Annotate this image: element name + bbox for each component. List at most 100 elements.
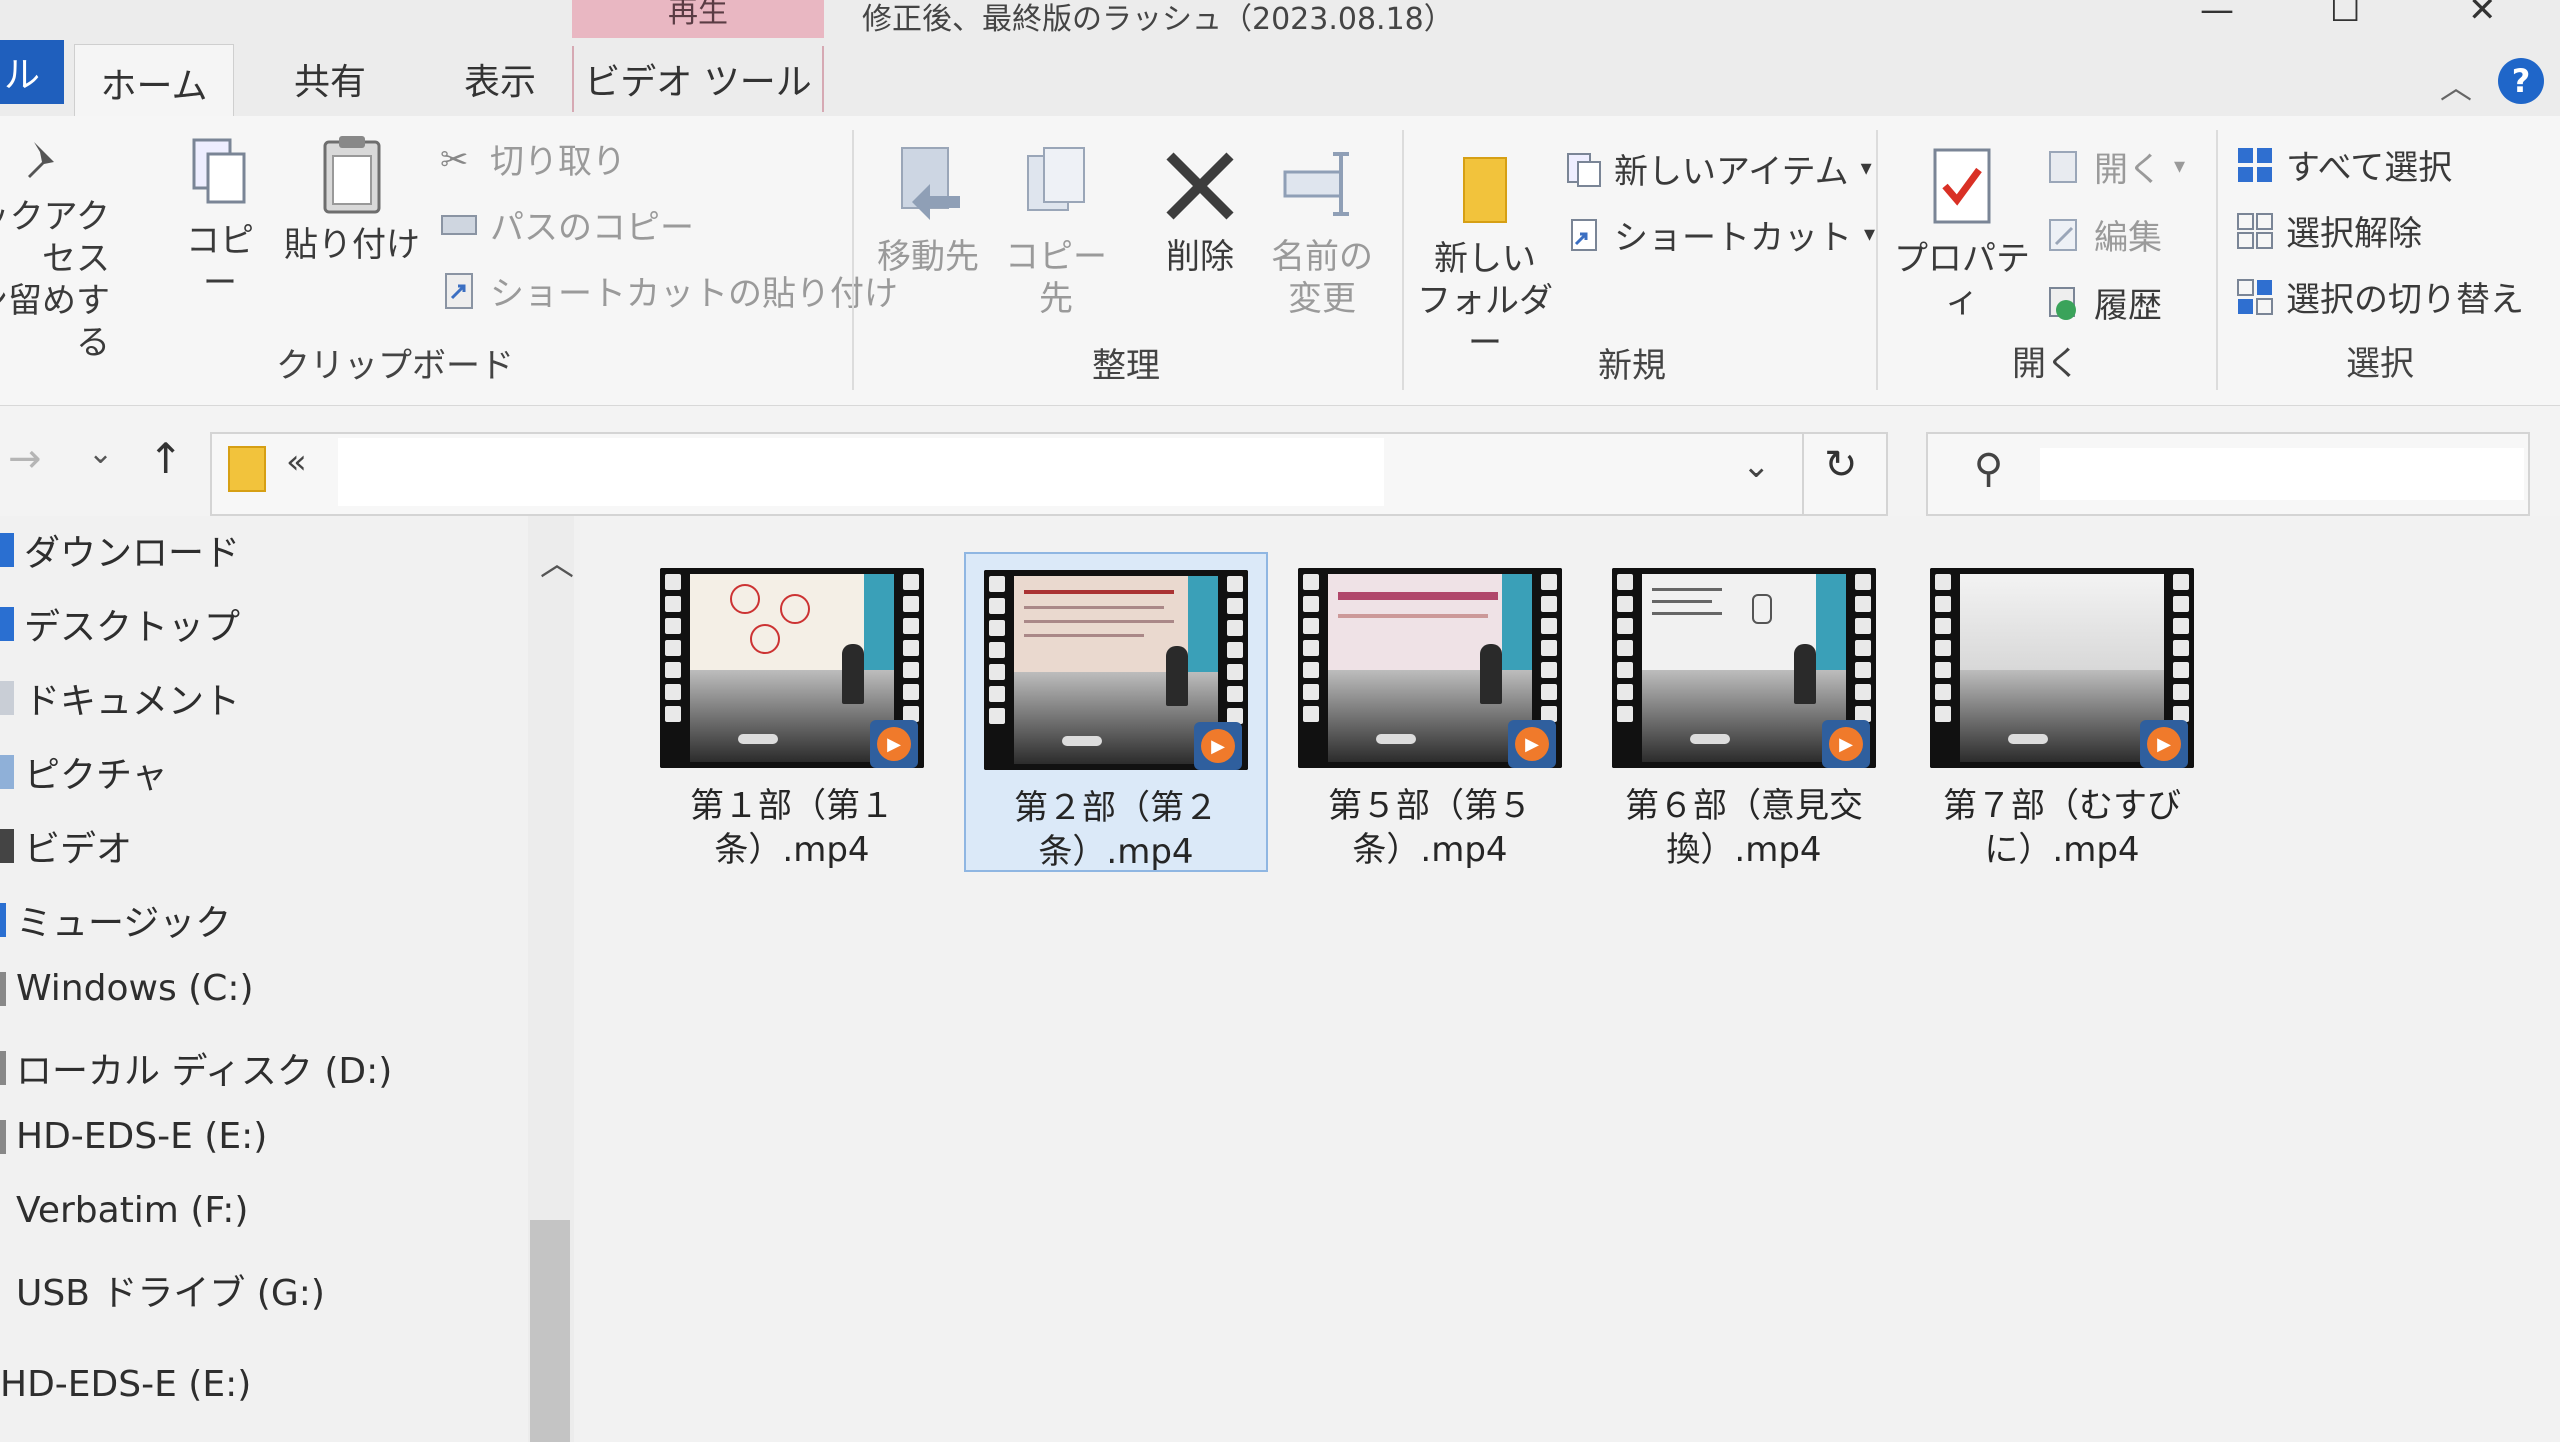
file-item-selected[interactable]: ▶ 第２部（第２ 条）.mp4 xyxy=(964,552,1268,872)
delete-button[interactable]: 削除 xyxy=(1140,144,1260,278)
nav-item-music[interactable]: ミュージック xyxy=(0,894,231,946)
nav-item-drive-d[interactable]: ローカル ディスク (D:) xyxy=(0,1042,392,1094)
new-item-dropdown[interactable]: 新しいアイテム ▾ xyxy=(1564,144,1872,193)
nav-item-label: ビデオ xyxy=(24,829,133,870)
nav-item-documents[interactable]: ドキュメント xyxy=(0,672,240,724)
play-icon: ▶ xyxy=(2140,720,2188,768)
select-all-label: すべて選択 xyxy=(2286,148,2453,188)
nav-item-desktop[interactable]: デスクトップ xyxy=(0,598,240,650)
documents-icon xyxy=(0,681,14,715)
nav-item-drive-e-root[interactable]: HD-EDS-E (E:) xyxy=(0,1364,251,1405)
pin-to-quick-access-button[interactable]: クイックアクセス にピン留めする xyxy=(0,134,110,364)
new-folder-button[interactable]: 新しい フォルダー xyxy=(1410,154,1560,364)
select-none-button[interactable]: 選択解除 xyxy=(2236,206,2422,255)
copy-button[interactable]: コピー xyxy=(170,134,270,304)
tab-view[interactable]: 表示 xyxy=(430,46,570,112)
search-input[interactable] xyxy=(2040,448,2524,500)
move-to-icon xyxy=(901,147,960,220)
recent-locations-chevron-icon[interactable]: ⌄ xyxy=(88,436,113,471)
rename-button[interactable]: 名前の 変更 xyxy=(1262,144,1382,320)
file-item[interactable]: ▶ 第７部（むすび に）.mp4 xyxy=(1912,552,2212,872)
select-none-label: 選択解除 xyxy=(2286,214,2422,254)
history-button[interactable]: 履歴 xyxy=(2044,278,2162,327)
properties-label: プロパティ xyxy=(1894,239,2030,321)
nav-item-drive-f[interactable]: Verbatim (F:) xyxy=(0,1190,248,1231)
music-icon xyxy=(0,903,6,937)
nav-item-drive-c[interactable]: Windows (C:) xyxy=(0,968,254,1009)
collapse-ribbon-chevron-icon[interactable]: ︿ xyxy=(2440,62,2472,108)
paste-icon xyxy=(323,136,381,214)
breadcrumb-overflow[interactable]: « xyxy=(286,442,307,482)
copy-path-icon xyxy=(441,214,477,235)
shortcut-label: ショートカット xyxy=(1614,218,1852,258)
select-all-button[interactable]: すべて選択 xyxy=(2236,140,2452,189)
video-thumbnail: ▶ xyxy=(984,570,1248,770)
nav-item-pictures[interactable]: ピクチャ xyxy=(0,746,168,798)
paste-button[interactable]: 貼り付け xyxy=(282,134,422,266)
new-item-icon xyxy=(1567,152,1601,187)
move-to-button[interactable]: 移動先 xyxy=(868,144,988,278)
forward-arrow-icon[interactable]: → xyxy=(8,436,42,482)
scroll-up-chevron-icon[interactable]: ︿ xyxy=(540,536,574,585)
close-button[interactable]: ✕ xyxy=(2468,0,2497,30)
file-item[interactable]: ▶ 第１部（第１ 条）.mp4 xyxy=(642,552,942,872)
help-icon[interactable]: ? xyxy=(2498,58,2544,104)
shortcut-dropdown[interactable]: ショートカット ▾ xyxy=(1564,210,1875,259)
file-item[interactable]: ▶ 第６部（意見交 換）.mp4 xyxy=(1594,552,1894,872)
clipboard-group-label: クリップボード xyxy=(276,346,514,386)
drive-icon xyxy=(0,1194,6,1228)
move-to-label: 移動先 xyxy=(877,237,979,277)
window-title: 修正後、最終版のラッシュ（2023.08.18） xyxy=(862,2,1454,37)
nav-item-label: HD-EDS-E (E:) xyxy=(16,1116,268,1157)
nav-scrollbar-thumb[interactable] xyxy=(530,1220,570,1442)
tab-home[interactable]: ホーム xyxy=(74,44,234,120)
copy-path-button[interactable]: パスのコピー xyxy=(440,200,694,249)
nav-item-drive-g[interactable]: USB ドライブ (G:) xyxy=(0,1264,325,1316)
copy-label: コピー xyxy=(186,221,254,303)
nav-item-downloads[interactable]: ダウンロード xyxy=(0,524,240,576)
navigation-bar: → ⌄ ↑ « ⌄ ↻ ⚲ xyxy=(0,406,2560,516)
play-icon: ▶ xyxy=(870,720,918,768)
shortcut-icon xyxy=(1571,218,1597,251)
desktop-icon xyxy=(0,607,14,641)
nav-item-videos[interactable]: ビデオ xyxy=(0,820,132,872)
dropdown-arrow-icon: ▾ xyxy=(1864,222,1876,247)
maximize-button[interactable]: ☐ xyxy=(2330,0,2360,30)
nav-item-label: Windows (C:) xyxy=(16,968,254,1009)
address-path-field[interactable] xyxy=(338,438,1384,506)
address-history-chevron-icon[interactable]: ⌄ xyxy=(1742,446,1771,486)
search-box[interactable]: ⚲ xyxy=(1926,432,2530,516)
tab-file[interactable]: ル xyxy=(0,40,64,104)
edit-button[interactable]: 編集 xyxy=(2044,210,2162,259)
copy-path-label: パスのコピー xyxy=(490,208,694,248)
up-arrow-icon[interactable]: ↑ xyxy=(148,434,183,483)
paste-label: 貼り付け xyxy=(284,225,420,265)
file-item[interactable]: ▶ 第５部（第５ 条）.mp4 xyxy=(1280,552,1580,872)
cut-label: 切り取り xyxy=(490,142,626,182)
cut-button[interactable]: ✂ 切り取り xyxy=(440,134,626,183)
file-name: 第５部（第５ 条）.mp4 xyxy=(1328,786,1532,870)
copy-to-button[interactable]: コピー先 xyxy=(996,144,1116,320)
select-none-icon xyxy=(2237,212,2273,249)
context-tab-header-play: 再生 xyxy=(572,0,824,38)
nav-item-drive-e[interactable]: HD-EDS-E (E:) xyxy=(0,1116,267,1157)
minimize-button[interactable]: — xyxy=(2200,0,2234,30)
dropdown-arrow-icon: ▾ xyxy=(2174,154,2186,179)
pictures-icon xyxy=(0,755,14,789)
address-bar[interactable]: « ⌄ ↻ xyxy=(210,432,1888,516)
nav-item-label: USB ドライブ (G:) xyxy=(16,1273,325,1314)
paste-shortcut-button[interactable]: ショートカットの貼り付け xyxy=(440,266,898,315)
ribbon-separator xyxy=(2216,130,2218,390)
video-thumbnail: ▶ xyxy=(1930,568,2194,768)
file-list: ▶ 第１部（第１ 条）.mp4 ▶ 第２部（第２ 条）.mp4 ▶ 第５部（第５… xyxy=(580,516,2560,1442)
open-dropdown[interactable]: 開く ▾ xyxy=(2044,142,2185,191)
address-divider xyxy=(1802,434,1804,514)
refresh-icon[interactable]: ↻ xyxy=(1824,442,1858,488)
invert-selection-button[interactable]: 選択の切り替え xyxy=(2236,272,2524,321)
properties-button[interactable]: プロパティ xyxy=(1882,146,2042,322)
tab-share[interactable]: 共有 xyxy=(270,46,390,112)
history-label: 履歴 xyxy=(2094,286,2162,326)
tab-video-tools[interactable]: ビデオ ツール xyxy=(572,46,824,112)
history-icon xyxy=(2049,286,2076,320)
copy-to-label: コピー先 xyxy=(1005,237,1107,319)
